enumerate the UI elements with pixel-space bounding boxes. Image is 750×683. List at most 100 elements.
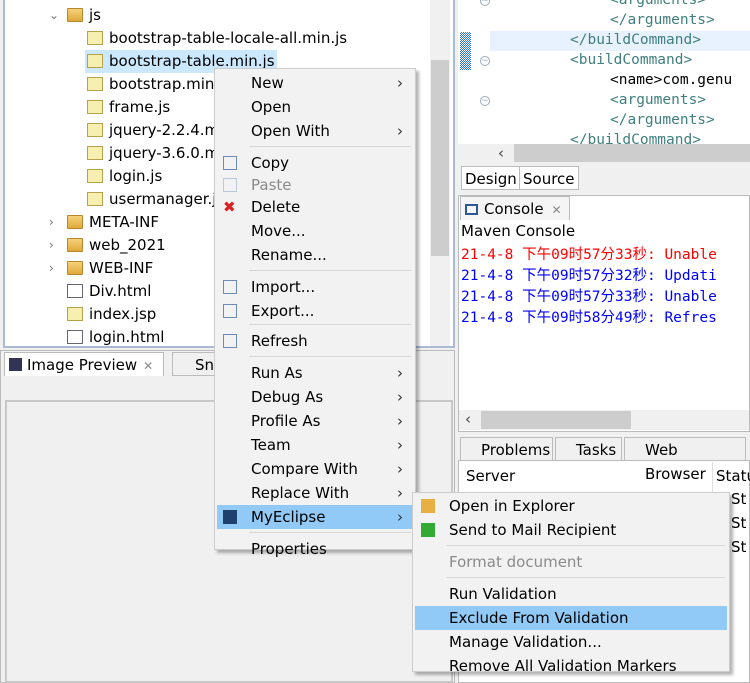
- export-icon: [223, 304, 237, 318]
- tree-item-label: login.html: [89, 328, 165, 346]
- menu-item-label: Paste: [251, 176, 292, 194]
- tab-web-browser[interactable]: Web Browser: [624, 437, 746, 483]
- tree-item[interactable]: META-INF: [65, 211, 161, 234]
- menu-separator: [249, 532, 411, 533]
- menu-item-myeclipse[interactable]: MyEclipse ›: [217, 505, 413, 529]
- menu-item-label: Remove All Validation Markers: [449, 657, 677, 675]
- menu-item-exclude-from-validation[interactable]: Exclude From Validation: [415, 606, 727, 630]
- tree-scroll-thumb[interactable]: [431, 60, 449, 256]
- menu-item-remove-all-validation-markers[interactable]: Remove All Validation Markers: [415, 654, 727, 678]
- menu-item-debug-as[interactable]: Debug As ›: [217, 385, 413, 409]
- fold-collapse-icon[interactable]: −: [480, 56, 490, 66]
- delete-icon: ✖: [223, 198, 236, 216]
- scroll-left-icon[interactable]: ‹: [465, 410, 471, 428]
- menu-item-label: Run As: [251, 364, 303, 382]
- menu-item-run-as[interactable]: Run As ›: [217, 361, 413, 385]
- menu-item-label: Manage Validation...: [449, 633, 602, 651]
- menu-item-label: Move...: [251, 222, 306, 240]
- server-status: St: [731, 490, 747, 508]
- console-line: 21-4-8 下午09时57分33秒: Unable: [461, 289, 717, 305]
- menu-item-paste[interactable]: Paste: [217, 173, 413, 197]
- tree-item[interactable]: Div.html: [65, 280, 153, 303]
- menu-item-manage-validation[interactable]: Manage Validation...: [415, 630, 727, 654]
- console-line: 21-4-8 下午09时57分33秒: Unable: [461, 247, 717, 263]
- paste-icon: [223, 178, 237, 192]
- menu-item-refresh[interactable]: Refresh: [217, 329, 413, 353]
- tree-item[interactable]: js: [65, 4, 103, 27]
- menu-item-rename[interactable]: Rename...: [217, 243, 413, 267]
- menu-item-export[interactable]: Export...: [217, 299, 413, 323]
- mail-icon: [421, 523, 435, 537]
- tab-label: Sn: [195, 356, 215, 374]
- chevron-down-icon[interactable]: ⌄: [49, 8, 59, 22]
- tree-item[interactable]: login.js: [85, 165, 164, 188]
- fold-collapse-icon[interactable]: −: [480, 96, 490, 106]
- chevron-right-icon[interactable]: ›: [49, 261, 54, 275]
- close-icon[interactable]: ✕: [552, 203, 562, 217]
- tab-problems[interactable]: Problems: [460, 437, 553, 461]
- menu-item-format-document[interactable]: Format document: [415, 550, 727, 574]
- tree-item[interactable]: bootstrap-table-locale-all.min.js: [85, 27, 349, 50]
- folder-icon: [67, 215, 83, 229]
- editor-horizontal-scrollbar[interactable]: ‹: [458, 144, 750, 163]
- code-line: <arguments>: [610, 0, 707, 8]
- fold-collapse-icon[interactable]: −: [480, 0, 490, 6]
- tree-item-label: web_2021: [89, 236, 166, 254]
- menu-item-open-with[interactable]: Open With ›: [217, 119, 413, 143]
- console-horizontal-scrollbar[interactable]: ‹: [459, 410, 749, 430]
- menu-item-open-in-explorer[interactable]: Open in Explorer: [415, 494, 727, 518]
- chevron-right-icon[interactable]: ›: [49, 238, 54, 252]
- tree-item[interactable]: web_2021: [65, 234, 168, 257]
- console-scroll-thumb[interactable]: [481, 411, 631, 429]
- menu-item-label: Refresh: [251, 332, 308, 350]
- menu-item-move[interactable]: Move...: [217, 219, 413, 243]
- menu-item-team[interactable]: Team ›: [217, 433, 413, 457]
- js-file-icon: [87, 123, 103, 137]
- menu-item-label: Send to Mail Recipient: [449, 521, 617, 539]
- tree-item[interactable]: frame.js: [85, 96, 172, 119]
- tab-console[interactable]: Console ✕: [460, 196, 570, 220]
- tree-item-label: js: [89, 6, 101, 24]
- server-status: St: [731, 514, 747, 532]
- folder-open-icon: [421, 499, 435, 513]
- menu-item-profile-as[interactable]: Profile As ›: [217, 409, 413, 433]
- console-line: 21-4-8 下午09时58分49秒: Refres: [461, 310, 717, 326]
- close-icon[interactable]: ✕: [143, 359, 153, 373]
- chevron-right-icon: ›: [397, 484, 403, 502]
- chevron-right-icon: ›: [397, 74, 403, 92]
- tree-item[interactable]: WEB-INF: [65, 257, 155, 280]
- chevron-right-icon[interactable]: ›: [49, 215, 54, 229]
- menu-item-run-validation[interactable]: Run Validation: [415, 582, 727, 606]
- menu-separator: [447, 545, 725, 546]
- tab-tasks[interactable]: Tasks: [555, 437, 622, 461]
- tree-item[interactable]: index.jsp: [65, 303, 158, 326]
- chevron-right-icon: ›: [397, 436, 403, 454]
- tree-item[interactable]: login.html: [65, 326, 166, 349]
- menu-item-new[interactable]: New ›: [217, 71, 413, 95]
- menu-item-import[interactable]: Import...: [217, 275, 413, 299]
- tab-image-preview[interactable]: Image Preview ✕: [4, 352, 164, 376]
- tab-design[interactable]: Design: [461, 166, 521, 190]
- tab-source[interactable]: Source: [519, 166, 579, 190]
- editor-scroll-thumb[interactable]: [514, 144, 750, 162]
- menu-item-delete[interactable]: ✖ Delete: [217, 195, 413, 219]
- menu-item-properties[interactable]: Properties: [217, 537, 413, 561]
- tree-item[interactable]: usermanager.js: [85, 188, 226, 211]
- tree-item-label: login.js: [109, 167, 163, 185]
- tree-item[interactable]: bootstrap.min.js: [85, 73, 233, 96]
- menu-item-copy[interactable]: Copy: [217, 151, 413, 175]
- menu-item-send-to-mail-recipient[interactable]: Send to Mail Recipient: [415, 518, 727, 542]
- column-header-server[interactable]: Server: [466, 465, 515, 487]
- import-icon: [223, 280, 237, 294]
- code-line: </arguments>: [610, 12, 715, 28]
- menu-item-label: Delete: [251, 198, 301, 216]
- menu-item-open[interactable]: Open: [217, 95, 413, 119]
- menu-item-compare-with[interactable]: Compare With ›: [217, 457, 413, 481]
- column-header-status[interactable]: Statu: [716, 465, 750, 487]
- scroll-left-icon[interactable]: ‹: [498, 144, 504, 162]
- js-file-icon: [87, 169, 103, 183]
- console-line: 21-4-8 下午09时57分32秒: Updati: [461, 268, 717, 284]
- menu-item-label: Replace With: [251, 484, 350, 502]
- menu-item-label: Properties: [251, 540, 327, 558]
- menu-item-replace-with[interactable]: Replace With ›: [217, 481, 413, 505]
